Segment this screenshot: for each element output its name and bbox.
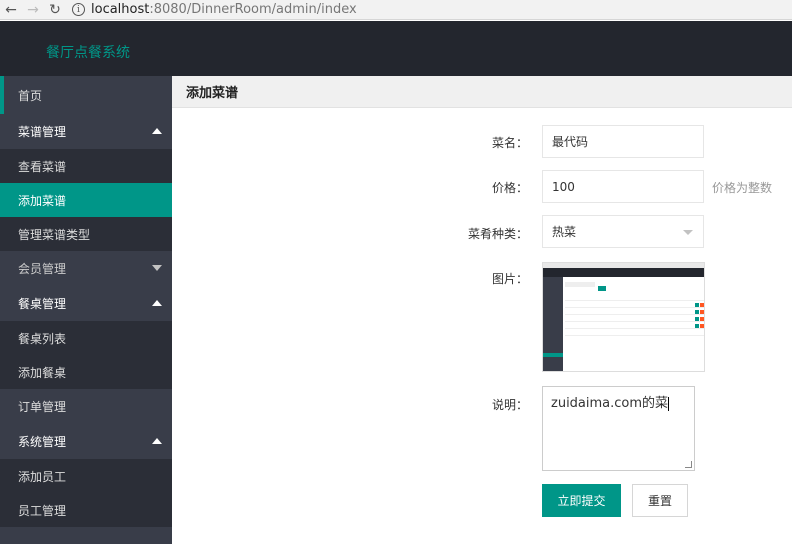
type-value: 热菜 <box>552 225 577 239</box>
resize-grip-icon[interactable] <box>685 461 692 468</box>
preview-table-row <box>565 309 704 315</box>
preview-edit-button <box>695 317 699 321</box>
page-title: 添加菜谱 <box>172 76 792 108</box>
name-label: 菜名： <box>491 136 528 150</box>
sidebar-item-label: 添加菜谱 <box>18 193 67 208</box>
preview-active-item <box>543 353 563 357</box>
price-value: 100 <box>552 179 575 194</box>
sidebar-item-home[interactable]: 首页 <box>0 76 172 114</box>
url-path: :8080/DinnerRoom/admin/index <box>149 2 357 17</box>
sidebar-item-add-employee[interactable]: 添加员工 <box>0 459 172 493</box>
image-preview[interactable] <box>542 262 705 372</box>
sidebar-item-label: 菜谱管理 <box>18 125 67 139</box>
preview-edit-button <box>695 310 699 314</box>
desc-value: zuidaima.com的菜 <box>551 396 669 411</box>
back-arrow-icon[interactable]: ← <box>0 0 22 20</box>
url-host: localhost <box>91 2 150 17</box>
sidebar-item-employee-management[interactable]: 员工管理 <box>0 493 172 527</box>
preview-sidebar <box>543 277 563 371</box>
sidebar-group-table-management[interactable]: 餐桌管理 <box>0 286 172 321</box>
price-input[interactable]: 100 <box>542 170 704 203</box>
preview-table-row <box>565 316 704 322</box>
preview-table-row <box>565 330 704 336</box>
desc-textarea[interactable]: zuidaima.com的菜 <box>542 386 695 471</box>
cropped-red-text <box>290 537 380 544</box>
reload-icon[interactable]: ↻ <box>44 0 66 20</box>
sidebar-item-label: 会员管理 <box>18 262 67 276</box>
browser-toolbar: ← → ↻ i localhost:8080/DinnerRoom/admin/… <box>0 0 792 20</box>
app-title[interactable]: 餐厅点餐系统 <box>46 42 130 62</box>
desc-label: 说明： <box>491 398 528 412</box>
caret-up-icon <box>152 128 162 134</box>
sidebar-item-order-management[interactable]: 订单管理 <box>0 389 172 424</box>
preview-edit-button <box>695 324 699 328</box>
preview-delete-button <box>700 317 704 321</box>
price-hint: 价格为整数 <box>712 181 773 195</box>
address-bar[interactable]: i localhost:8080/DinnerRoom/admin/index <box>72 2 357 17</box>
sidebar-group-menu-management[interactable]: 菜谱管理 <box>0 114 172 149</box>
preview-delete-button <box>700 310 704 314</box>
type-label: 菜肴种类： <box>467 227 528 241</box>
sidebar-item-view-menu[interactable]: 查看菜谱 <box>0 149 172 183</box>
sidebar-item-table-list[interactable]: 餐桌列表 <box>0 321 172 355</box>
sidebar-item-label: 员工管理 <box>18 503 67 518</box>
sidebar-group-system-management[interactable]: 系统管理 <box>0 424 172 459</box>
sidebar-item-add-menu[interactable]: 添加菜谱 <box>0 183 172 217</box>
forward-arrow-icon[interactable]: → <box>22 0 44 20</box>
preview-search <box>565 282 595 287</box>
text-cursor <box>668 396 670 411</box>
preview-delete-button <box>700 303 704 307</box>
price-label: 价格： <box>491 181 528 195</box>
submit-button[interactable]: 立即提交 <box>542 484 621 517</box>
image-label: 图片： <box>491 272 528 286</box>
sidebar-item-label: 餐桌管理 <box>18 297 67 311</box>
sidebar-item-manage-menu-types[interactable]: 管理菜谱类型 <box>0 217 172 251</box>
sidebar-item-label: 餐桌列表 <box>18 331 67 346</box>
sidebar-item-label: 管理菜谱类型 <box>18 227 91 242</box>
sidebar-item-label: 订单管理 <box>18 400 67 414</box>
preview-search-button <box>598 286 606 291</box>
sidebar-item-add-table[interactable]: 添加餐桌 <box>0 355 172 389</box>
sidebar-item-label: 添加餐桌 <box>18 365 67 380</box>
caret-up-icon <box>152 300 162 306</box>
type-select[interactable]: 热菜 <box>542 215 704 248</box>
reset-button[interactable]: 重置 <box>632 484 688 517</box>
info-icon[interactable]: i <box>72 3 85 16</box>
main-content: 添加菜谱 菜名： 最代码 价格： 100 价格为整数 菜肴种类： 热菜 图片： … <box>172 76 792 544</box>
chevron-down-icon <box>683 230 693 235</box>
sidebar: 首页 菜谱管理 查看菜谱 添加菜谱 管理菜谱类型 会员管理 餐桌管理 餐桌列表 … <box>0 76 172 544</box>
name-input[interactable]: 最代码 <box>542 125 704 158</box>
preview-edit-button <box>695 303 699 307</box>
preview-body <box>565 280 704 370</box>
sidebar-item-label: 添加员工 <box>18 469 67 484</box>
preview-delete-button <box>700 324 704 328</box>
sidebar-item-label: 首页 <box>18 88 43 103</box>
preview-table-row <box>565 302 704 308</box>
app-header: 餐厅点餐系统 <box>0 21 792 76</box>
name-value: 最代码 <box>552 135 589 149</box>
sidebar-item-label: 系统管理 <box>18 435 67 449</box>
caret-up-icon <box>152 438 162 444</box>
preview-search-row <box>565 280 704 295</box>
preview-table-row <box>565 295 704 301</box>
sidebar-group-member-management[interactable]: 会员管理 <box>0 251 172 286</box>
preview-table-row <box>565 323 704 329</box>
caret-down-icon <box>152 265 162 271</box>
preview-header <box>543 268 704 277</box>
sidebar-item-label: 查看菜谱 <box>18 159 67 174</box>
